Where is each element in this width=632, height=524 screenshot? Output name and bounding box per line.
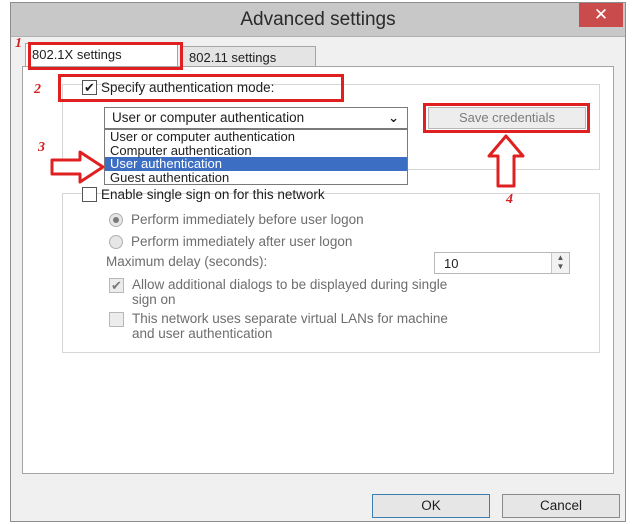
tab-802-11-settings[interactable]: 802.11 settings — [182, 46, 316, 68]
enable-sso-checkbox[interactable] — [82, 187, 97, 202]
radio-after-logon[interactable] — [109, 235, 123, 249]
option-computer-auth[interactable]: Computer authentication — [105, 143, 407, 158]
window-title: Advanced settings — [240, 9, 396, 30]
check-icon: ✔ — [111, 278, 122, 293]
title-bar: Advanced settings ✕ — [11, 3, 625, 37]
radio-before-logon[interactable] — [109, 213, 123, 227]
option-user-auth[interactable]: User authentication — [105, 157, 407, 171]
annotation-step-3: 3 — [38, 140, 45, 155]
chevron-down-icon: ⌄ — [388, 110, 399, 125]
max-delay-spinner[interactable]: 10 ▲ ▼ — [434, 252, 570, 274]
separate-vlans-label-line1: This network uses separate virtual LANs … — [132, 311, 448, 326]
check-icon: ✔ — [84, 80, 95, 95]
save-credentials-button[interactable]: Save credentials — [428, 107, 586, 129]
enable-sso-label: Enable single sign on for this network — [101, 187, 325, 202]
allow-dialogs-label-line1: Allow additional dialogs to be displayed… — [132, 277, 448, 292]
arrow-right-annotation — [50, 150, 105, 184]
separate-vlans-checkbox[interactable] — [109, 312, 124, 327]
max-delay-label: Maximum delay (seconds): — [106, 254, 268, 269]
ok-button[interactable]: OK — [372, 494, 490, 518]
specify-auth-mode-checkbox[interactable]: ✔ — [82, 80, 97, 95]
cancel-button[interactable]: Cancel — [502, 494, 620, 518]
allow-dialogs-checkbox[interactable]: ✔ — [109, 278, 124, 293]
max-delay-value: 10 — [444, 256, 459, 271]
arrow-up-annotation — [487, 134, 525, 188]
option-user-or-computer-auth[interactable]: User or computer authentication — [105, 130, 407, 144]
option-guest-auth[interactable]: Guest authentication — [105, 170, 407, 185]
specify-auth-mode-label: Specify authentication mode: — [101, 80, 275, 95]
radio-after-logon-label: Perform immediately after user logon — [131, 234, 353, 249]
tab-802-1x-settings[interactable]: 802.1X settings — [25, 43, 178, 68]
auth-mode-select[interactable]: User or computer authentication ⌄ — [104, 107, 408, 129]
annotation-step-2: 2 — [34, 82, 41, 97]
close-icon: ✕ — [593, 5, 609, 24]
annotation-step-1: 1 — [15, 36, 22, 51]
allow-dialogs-label-line2: sign on — [132, 292, 176, 307]
annotation-step-4: 4 — [506, 192, 513, 207]
auth-mode-selected-value: User or computer authentication — [112, 110, 305, 125]
close-button[interactable]: ✕ — [579, 3, 623, 27]
spin-arrows-icon[interactable]: ▲ ▼ — [551, 253, 569, 273]
radio-before-logon-label: Perform immediately before user logon — [131, 212, 364, 227]
auth-mode-dropdown-list: User or computer authentication Computer… — [104, 129, 408, 185]
radio-dot-icon — [113, 217, 119, 223]
separate-vlans-label-line2: and user authentication — [132, 326, 273, 341]
